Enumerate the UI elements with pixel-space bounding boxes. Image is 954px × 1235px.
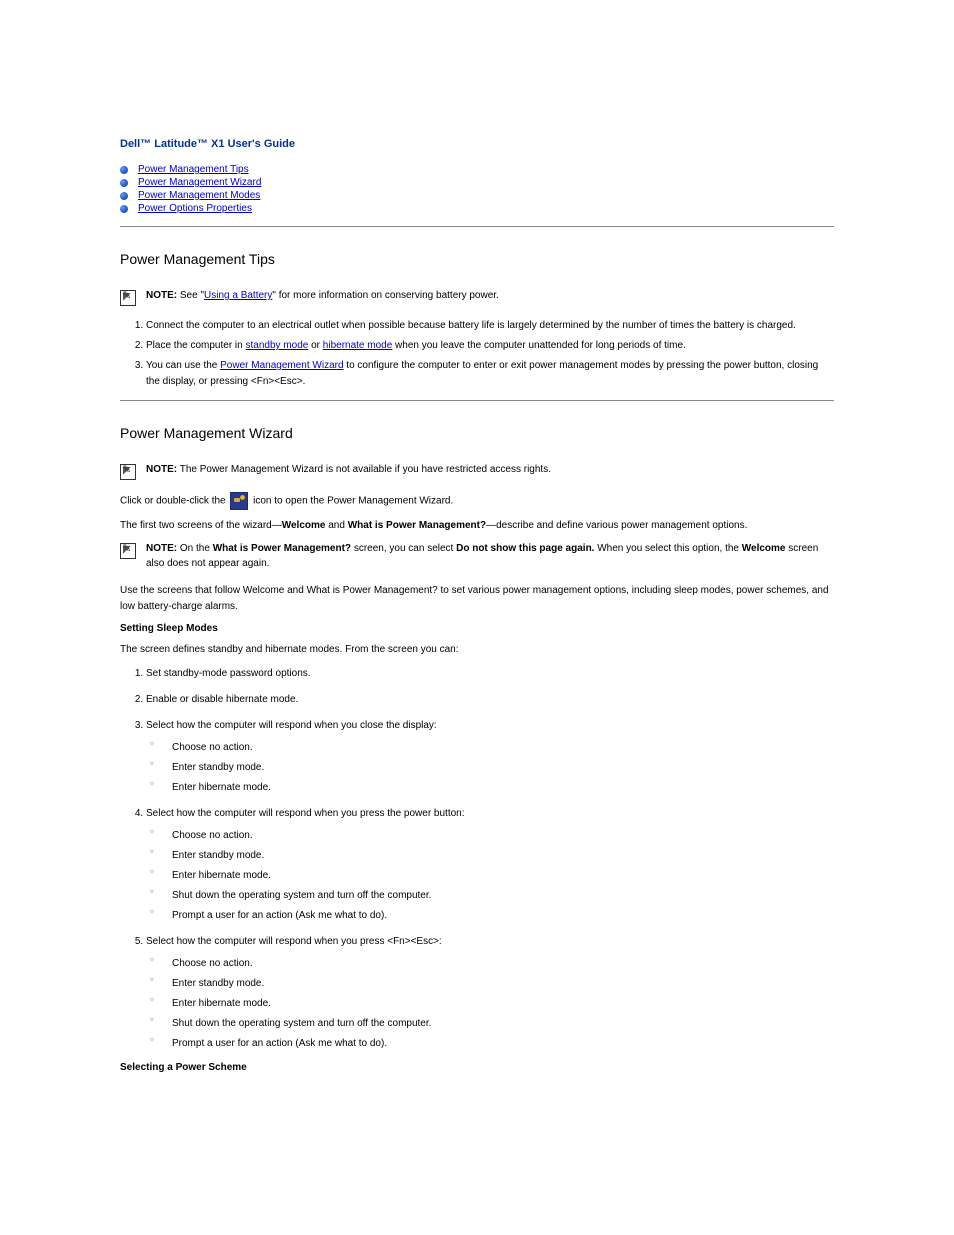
toc-list: Power Management Tips Power Management W… [120, 164, 834, 214]
guide-subtitle: Dell™ Latitude™ X1 User's Guide [120, 138, 834, 150]
note-text: NOTE: On the What is Power Management? s… [146, 542, 834, 571]
note-icon [120, 464, 136, 480]
body-text: The first two screens of the wizard—Welc… [120, 518, 834, 534]
toc-item: Power Management Tips [120, 164, 834, 175]
quickset-icon [230, 492, 248, 510]
bullet-icon [120, 166, 128, 174]
list-item: Enter standby mode. [172, 848, 834, 864]
sub-list: Choose no action. Enter standby mode. En… [146, 956, 834, 1052]
subsection-heading: Selecting a Power Scheme [120, 1062, 834, 1073]
list-item: Choose no action. [172, 956, 834, 972]
sub-list: Choose no action. Enter standby mode. En… [146, 828, 834, 924]
body-text: Use the screens that follow Welcome and … [120, 583, 834, 615]
note-icon [120, 290, 136, 306]
toc-item: Power Management Modes [120, 190, 834, 201]
list-item: Enter hibernate mode. [172, 868, 834, 884]
note-icon [120, 543, 136, 559]
list-item: Enable or disable hibernate mode. [146, 692, 834, 708]
toc-item: Power Management Wizard [120, 177, 834, 188]
list-item: Select how the computer will respond whe… [146, 934, 834, 1052]
divider [120, 226, 834, 227]
list-item: Set standby-mode password options. [146, 666, 834, 682]
toc-link-props[interactable]: Power Options Properties [138, 203, 252, 214]
note-label: NOTE: [146, 543, 177, 554]
list-item: Select how the computer will respond whe… [146, 718, 834, 796]
list-item: Select how the computer will respond whe… [146, 806, 834, 924]
toc-link-modes[interactable]: Power Management Modes [138, 190, 260, 201]
note-label: NOTE: [146, 464, 177, 475]
list-item: Enter hibernate mode. [172, 780, 834, 796]
list-item: Choose no action. [172, 740, 834, 756]
link-power-mgmt-wizard[interactable]: Power Management Wizard [220, 360, 343, 371]
note-block: NOTE: See "Using a Battery" for more inf… [120, 289, 834, 306]
list-item: Enter standby mode. [172, 760, 834, 776]
body-text: The screen defines standby and hibernate… [120, 642, 834, 658]
sub-list: Choose no action. Enter standby mode. En… [146, 740, 834, 796]
list-item: Shut down the operating system and turn … [172, 888, 834, 904]
link-using-a-battery[interactable]: Using a Battery [204, 290, 272, 301]
bullet-icon [120, 192, 128, 200]
toc-link-wizard[interactable]: Power Management Wizard [138, 177, 261, 188]
list-item: Prompt a user for an action (Ask me what… [172, 908, 834, 924]
list-item: Choose no action. [172, 828, 834, 844]
bullet-icon [120, 205, 128, 213]
note-text: NOTE: The Power Management Wizard is not… [146, 463, 551, 478]
link-hibernate-mode[interactable]: hibernate mode [323, 340, 393, 351]
list-item: Connect the computer to an electrical ou… [146, 318, 834, 334]
list-item: Prompt a user for an action (Ask me what… [172, 1036, 834, 1052]
note-block: NOTE: The Power Management Wizard is not… [120, 463, 834, 480]
list-item: Enter hibernate mode. [172, 996, 834, 1012]
section-heading-tips: Power Management Tips [120, 251, 834, 267]
body-text: Click or double-click the icon to open t… [120, 492, 834, 510]
note-text: NOTE: See "Using a Battery" for more inf… [146, 289, 499, 304]
bullet-icon [120, 179, 128, 187]
tips-list: Connect the computer to an electrical ou… [120, 318, 834, 390]
list-item: Place the computer in standby mode or hi… [146, 338, 834, 354]
subsection-heading: Setting Sleep Modes [120, 623, 834, 634]
toc-link-tips[interactable]: Power Management Tips [138, 164, 249, 175]
note-block: NOTE: On the What is Power Management? s… [120, 542, 834, 571]
list-item: You can use the Power Management Wizard … [146, 358, 834, 390]
list-item: Enter standby mode. [172, 976, 834, 992]
list-item: Shut down the operating system and turn … [172, 1016, 834, 1032]
link-standby-mode[interactable]: standby mode [246, 340, 309, 351]
section-heading-wizard: Power Management Wizard [120, 425, 834, 441]
divider [120, 400, 834, 401]
toc-item: Power Options Properties [120, 203, 834, 214]
options-list: Set standby-mode password options. Enabl… [120, 666, 834, 1052]
note-label: NOTE: [146, 290, 177, 301]
